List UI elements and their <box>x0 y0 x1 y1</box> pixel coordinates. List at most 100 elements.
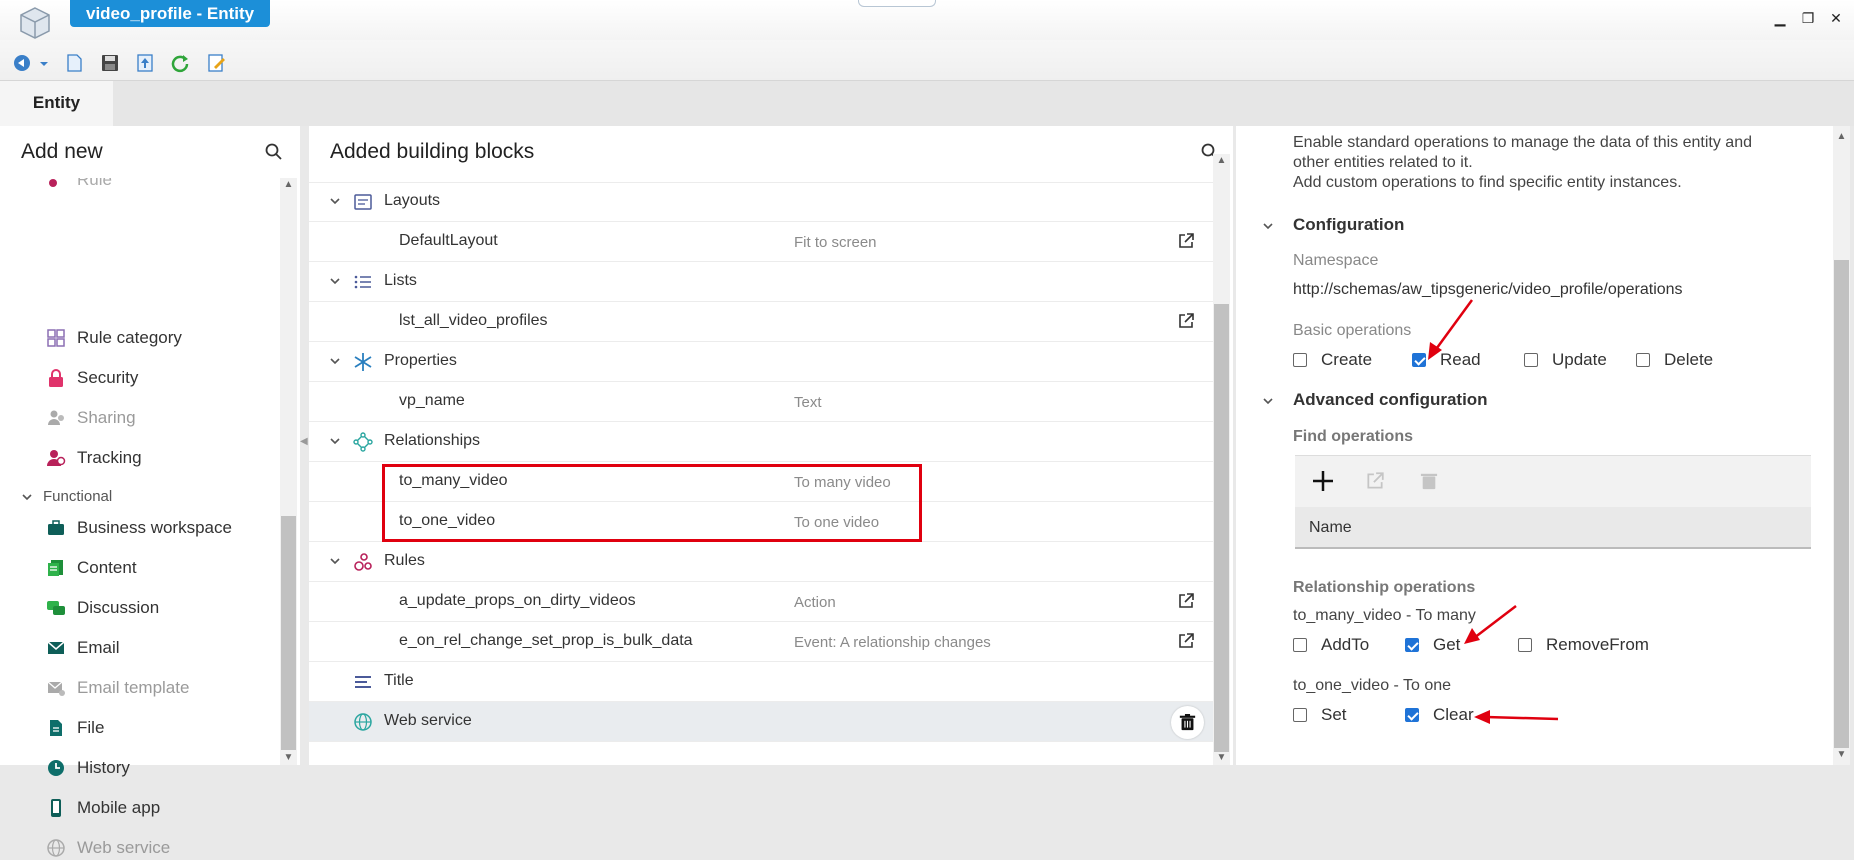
checkbox-box[interactable] <box>1405 638 1419 652</box>
chevron-down-icon[interactable] <box>1261 394 1275 408</box>
scroll-up-icon[interactable]: ▲ <box>280 178 297 192</box>
left-item-business-workspace[interactable]: Business workspace <box>46 516 232 540</box>
checkbox-box[interactable] <box>1405 708 1419 722</box>
namespace-value: http://schemas/aw_tipsgeneric/video_prof… <box>1293 281 1683 298</box>
description-line-3: Add custom operations to find specific e… <box>1293 174 1682 191</box>
restore-icon[interactable]: ❐ <box>1800 10 1816 26</box>
tree-item-lst-all-video-profiles[interactable]: lst_all_video_profiles <box>309 302 1213 342</box>
left-item-history[interactable]: History <box>46 756 130 780</box>
checkbox-box[interactable] <box>1293 638 1307 652</box>
group-functional[interactable]: Functional <box>21 488 112 505</box>
column-name[interactable]: Name <box>1309 519 1352 537</box>
tab-strip: Entity <box>0 81 1854 126</box>
open-external-icon[interactable] <box>1177 312 1195 330</box>
left-item-rule-category[interactable]: Rule category <box>46 326 182 350</box>
collapse-handle-icon[interactable]: ◀ <box>300 436 309 456</box>
rule-category-icon <box>47 329 65 347</box>
tree-item-e-on-rel-change[interactable]: e_on_rel_change_set_prop_is_bulk_data Ev… <box>309 622 1213 662</box>
find-operations-toolbar <box>1295 455 1811 507</box>
checkbox-create[interactable]: Create <box>1293 350 1372 370</box>
properties-icon <box>354 353 372 371</box>
mid-scrollbar[interactable]: ▲ ▼ <box>1213 154 1230 765</box>
left-item-file[interactable]: File <box>46 716 104 740</box>
tree-item-vp-name[interactable]: vp_name Text <box>309 382 1213 422</box>
left-item-security[interactable]: Security <box>46 366 138 390</box>
mid-scroll-thumb[interactable] <box>1214 304 1229 752</box>
tree-group-relationships[interactable]: Relationships <box>309 422 1213 462</box>
minimize-icon[interactable]: ▁ <box>1772 10 1788 26</box>
top-handle[interactable] <box>858 0 936 7</box>
checkbox-get[interactable]: Get <box>1405 635 1460 655</box>
tab-entity[interactable]: Entity <box>0 81 113 126</box>
tree-item-a-update-props[interactable]: a_update_props_on_dirty_videos Action <box>309 582 1213 622</box>
edit-properties-icon[interactable] <box>206 53 226 73</box>
navigate-icon[interactable] <box>12 53 32 73</box>
open-external-icon[interactable] <box>1177 592 1195 610</box>
tree-item-title[interactable]: Title <box>309 662 1213 702</box>
open-external-icon[interactable] <box>1177 232 1195 250</box>
left-scrollbar[interactable]: ▲ ▼ <box>280 178 297 765</box>
left-item-discussion[interactable]: Discussion <box>46 596 159 620</box>
chevron-down-icon[interactable] <box>328 434 342 448</box>
search-icon[interactable] <box>265 143 283 161</box>
tree-item-web-service[interactable]: Web service <box>309 702 1213 742</box>
chevron-down-icon[interactable] <box>328 554 342 568</box>
checkbox-update[interactable]: Update <box>1524 350 1607 370</box>
checkbox-removefrom[interactable]: RemoveFrom <box>1518 635 1649 655</box>
checkbox-box[interactable] <box>1636 353 1650 367</box>
annotation-arrow-clear <box>1474 710 1559 724</box>
web-service-icon <box>47 839 65 857</box>
trash-icon[interactable] <box>1420 470 1438 492</box>
checkbox-clear[interactable]: Clear <box>1405 705 1474 725</box>
refresh-icon[interactable] <box>170 53 190 73</box>
namespace-label: Namespace <box>1293 252 1379 269</box>
chevron-down-icon[interactable] <box>1261 219 1275 233</box>
right-scroll-thumb[interactable] <box>1834 260 1849 748</box>
email-icon <box>47 641 65 654</box>
tree-group-layouts[interactable]: Layouts <box>309 182 1213 222</box>
scroll-up-icon[interactable]: ▲ <box>1833 130 1850 144</box>
scroll-down-icon[interactable]: ▼ <box>280 751 297 765</box>
chevron-down-icon[interactable] <box>328 354 342 368</box>
dropdown-arrow-icon[interactable] <box>38 53 50 73</box>
history-icon <box>48 760 64 776</box>
open-external-icon[interactable] <box>1177 632 1195 650</box>
publish-icon[interactable] <box>135 53 155 73</box>
left-item-email-template[interactable]: Email template <box>46 676 189 700</box>
left-scroll-thumb[interactable] <box>281 516 296 750</box>
left-item-email[interactable]: Email <box>46 636 120 660</box>
chevron-down-icon[interactable] <box>328 194 342 208</box>
tree-group-properties[interactable]: Properties <box>309 342 1213 382</box>
right-scrollbar[interactable]: ▲ ▼ <box>1833 126 1850 765</box>
left-item-mobile-app[interactable]: Mobile app <box>46 796 160 820</box>
checkbox-box[interactable] <box>1524 353 1538 367</box>
tree-item-defaultlayout[interactable]: DefaultLayout Fit to screen <box>309 222 1213 262</box>
add-icon[interactable] <box>1311 469 1335 493</box>
save-icon[interactable] <box>100 53 120 73</box>
building-blocks-header: Added building blocks <box>330 140 535 163</box>
left-item-rule[interactable]: Rule <box>46 178 112 192</box>
open-external-icon[interactable] <box>1365 471 1385 491</box>
tree-group-rules[interactable]: Rules <box>309 542 1213 582</box>
chevron-down-icon <box>22 493 32 500</box>
checkbox-box[interactable] <box>1293 353 1307 367</box>
checkbox-box[interactable] <box>1293 708 1307 722</box>
new-document-icon[interactable] <box>64 53 84 73</box>
left-item-sharing[interactable]: Sharing <box>46 406 136 430</box>
chevron-down-icon[interactable] <box>328 274 342 288</box>
close-icon[interactable]: ✕ <box>1828 10 1844 26</box>
checkbox-addto[interactable]: AddTo <box>1293 635 1369 655</box>
checkbox-set[interactable]: Set <box>1293 705 1347 725</box>
delete-button[interactable] <box>1171 706 1204 739</box>
scroll-down-icon[interactable]: ▼ <box>1213 751 1230 765</box>
scroll-down-icon[interactable]: ▼ <box>1833 748 1850 762</box>
checkbox-delete[interactable]: Delete <box>1636 350 1713 370</box>
tree-group-lists[interactable]: Lists <box>309 262 1213 302</box>
scroll-up-icon[interactable]: ▲ <box>1213 154 1230 168</box>
left-item-tracking[interactable]: Tracking <box>46 446 142 470</box>
tracking-icon <box>47 450 66 466</box>
left-item-web-service[interactable]: Web service <box>46 836 170 860</box>
rules-icon <box>354 553 372 571</box>
annotation-arrow-read <box>1428 299 1474 360</box>
left-item-content[interactable]: Content <box>46 556 137 580</box>
